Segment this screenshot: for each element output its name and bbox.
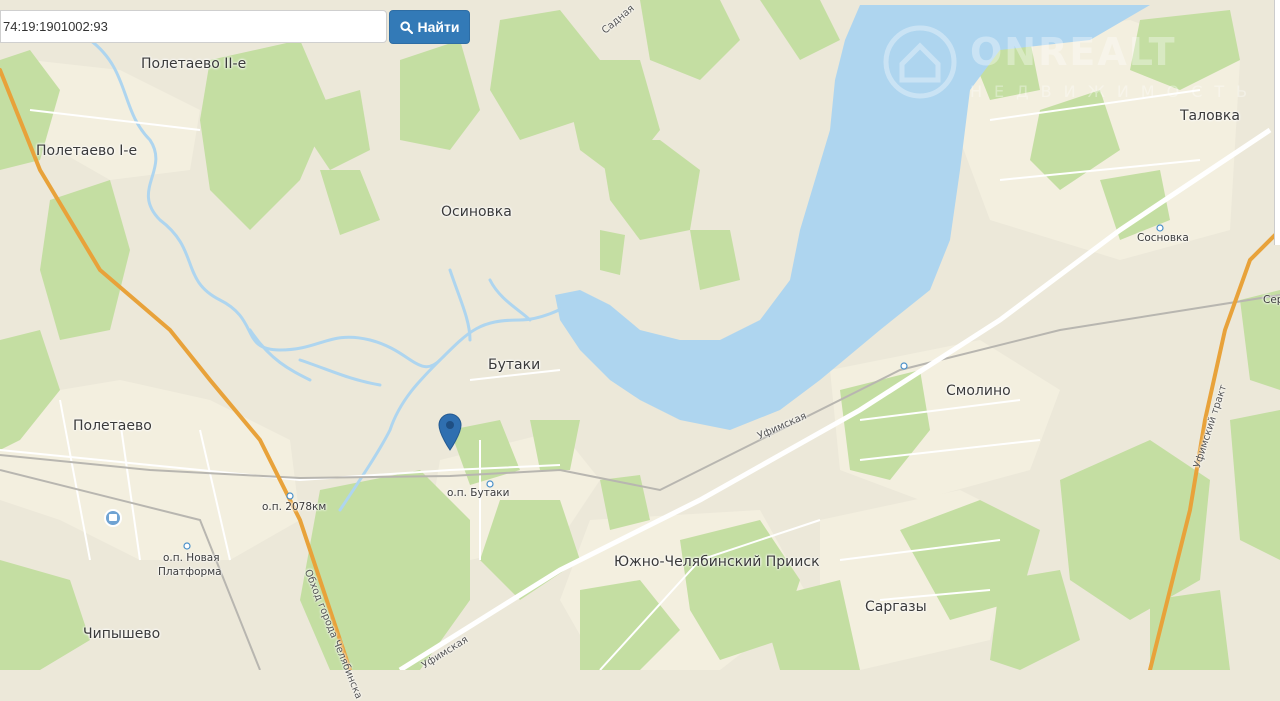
place-label: Полетаево II-е [141,56,247,72]
search-button-label: Найти [417,19,460,35]
search-button[interactable]: Найти [389,10,470,44]
station-dot-icon [900,362,908,370]
location-marker-icon[interactable] [438,412,462,454]
search-icon [399,20,413,34]
watermark-logo: ONREALT НЕДВИЖИМОСТЬ [880,22,1250,112]
house-logo-icon [883,25,957,99]
station-label: о.п. Новая [163,552,220,564]
place-label: Саргазы [865,599,927,615]
place-label: Сер [1263,294,1280,306]
side-panel-edge[interactable] [1274,0,1280,245]
place-label: Сосновка [1137,232,1189,244]
place-label: Полетаево [73,418,152,434]
station-label: о.п. 2078км [262,501,327,513]
cadastral-search-input[interactable] [0,10,387,43]
watermark-brand: ONREALT [970,30,1177,74]
place-label: Бутаки [488,357,541,373]
place-label: Осиновка [441,204,512,220]
station-label: Платформа [158,566,222,578]
station-dot-icon [486,480,494,488]
watermark-sub: НЕДВИЖИМОСТЬ [970,82,1260,101]
place-label: Чипышево [83,626,161,642]
station-dot-icon [1156,224,1164,232]
station-label: о.п. Бутаки [447,487,510,499]
station-dot-icon [286,492,294,500]
place-label: Полетаево I-е [36,143,138,159]
search-bar: Найти [0,10,470,45]
place-label: Таловка [1180,108,1240,124]
place-label: Южно-Челябинский Прииск [614,554,820,570]
place-label: Смолино [946,383,1011,399]
bus-station-icon [104,509,122,527]
station-dot-icon [183,542,191,550]
